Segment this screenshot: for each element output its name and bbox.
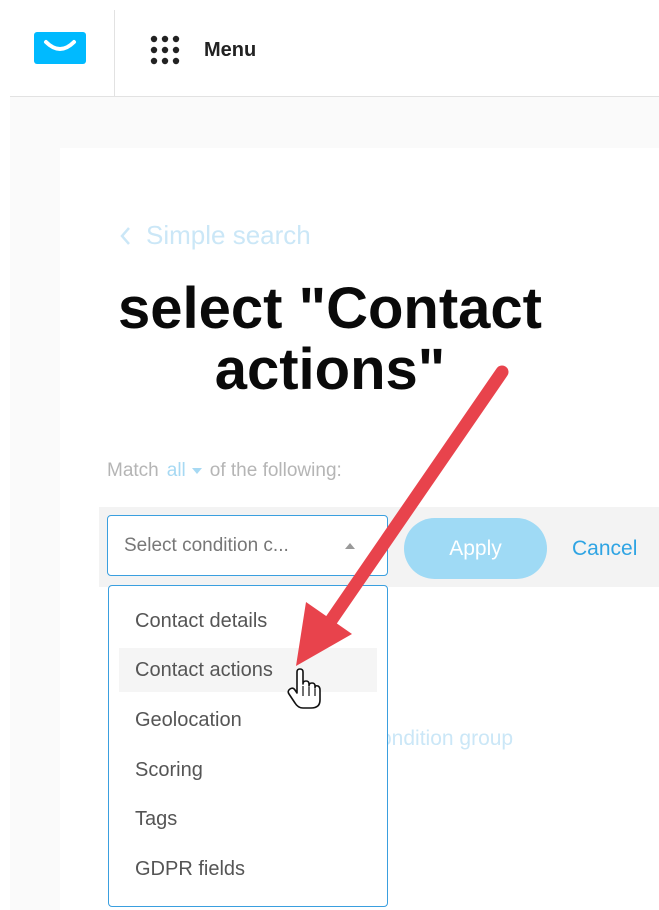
match-mode-dropdown[interactable]: all (167, 460, 206, 482)
condition-select-value: Select condition c... (124, 534, 289, 556)
envelope-logo[interactable] (34, 32, 86, 64)
cancel-link[interactable]: Cancel (572, 537, 637, 561)
match-suffix: of the following: (209, 460, 342, 481)
condition-dropdown: Contact details Contact actions Geolocat… (108, 585, 388, 907)
header-divider (114, 10, 115, 96)
caret-up-icon (345, 543, 355, 549)
match-mode-value: all (166, 460, 186, 481)
grid-icon (150, 35, 180, 65)
annotation-line-2: actions" (214, 337, 446, 402)
hand-cursor-icon (287, 668, 321, 709)
option-gdpr-fields[interactable]: GDPR fields (119, 847, 377, 891)
add-condition-group-link[interactable]: ondition group (380, 727, 513, 751)
menu-label: Menu (204, 38, 257, 61)
option-contact-details[interactable]: Contact details (119, 599, 377, 643)
simple-search-link[interactable]: Simple search (118, 220, 311, 251)
simple-search-label: Simple search (146, 220, 311, 250)
option-scoring[interactable]: Scoring (119, 748, 377, 792)
match-row: Match all of the following: (107, 460, 342, 482)
tutorial-annotation: select "Contact actions" (70, 278, 590, 400)
option-contact-actions[interactable]: Contact actions (119, 648, 377, 692)
option-tags[interactable]: Tags (119, 797, 377, 841)
apply-button[interactable]: Apply (404, 518, 547, 579)
top-bar: Menu (0, 0, 659, 97)
chevron-left-icon (120, 226, 130, 245)
caret-down-icon (191, 468, 202, 474)
match-prefix: Match (107, 460, 159, 481)
menu-button[interactable]: Menu (148, 30, 256, 70)
annotation-line-1: select "Contact (118, 276, 542, 341)
condition-select[interactable]: Select condition c... (107, 515, 388, 576)
option-geolocation[interactable]: Geolocation (119, 698, 377, 742)
